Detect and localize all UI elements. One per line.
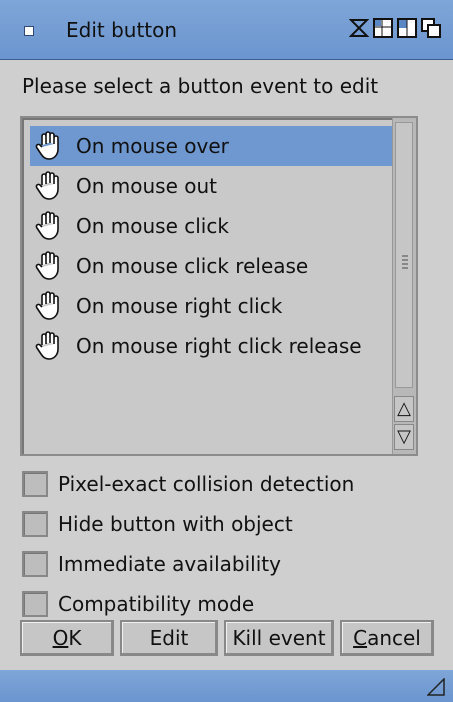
event-label: On mouse click xyxy=(76,214,229,238)
event-label: On mouse over xyxy=(76,134,229,158)
hand-pointer-icon xyxy=(34,211,68,241)
vertical-scrollbar[interactable]: △ ▽ xyxy=(392,118,416,454)
checkbox-label: Pixel-exact collision detection xyxy=(58,472,355,496)
event-list: On mouse over On mouse out On mouse click O… xyxy=(30,126,406,366)
option-checkbox-row[interactable]: Hide button with object xyxy=(22,504,354,544)
checkbox[interactable] xyxy=(22,511,48,537)
option-checkbox-row[interactable]: Pixel-exact collision detection xyxy=(22,464,354,504)
grip-icon xyxy=(402,255,408,269)
event-item[interactable]: On mouse click release xyxy=(30,246,406,286)
option-checkbox-row[interactable]: Compatibility mode xyxy=(22,584,354,624)
options-group: Pixel-exact collision detection Hide butt… xyxy=(22,464,354,624)
scrollbar-knob[interactable] xyxy=(395,122,413,388)
event-label: On mouse right click xyxy=(76,294,283,318)
hand-pointer-icon xyxy=(34,291,68,321)
checkbox-label: Immediate availability xyxy=(58,552,281,576)
zoom-gadget-icon[interactable] xyxy=(373,18,393,38)
event-item[interactable]: On mouse right click xyxy=(30,286,406,326)
iconify-gadget-icon[interactable] xyxy=(349,18,369,37)
checkbox-label: Hide button with object xyxy=(58,512,293,536)
edit-button[interactable]: Edit xyxy=(120,620,218,656)
window-title: Edit button xyxy=(66,18,178,42)
event-listbox[interactable]: On mouse over On mouse out On mouse click O… xyxy=(20,116,418,456)
cancel-label: ancel xyxy=(367,626,421,650)
depth-front-gadget-icon[interactable] xyxy=(421,18,441,38)
event-label: On mouse out xyxy=(76,174,218,198)
event-item[interactable]: On mouse out xyxy=(30,166,406,206)
ok-mnemonic: O xyxy=(52,626,69,650)
edit-label: Edit xyxy=(149,626,189,650)
cancel-mnemonic: C xyxy=(353,626,368,650)
scroll-down-icon[interactable]: ▽ xyxy=(394,424,414,450)
checkbox[interactable] xyxy=(22,471,48,497)
resize-handle-icon[interactable] xyxy=(426,677,445,696)
event-label: On mouse right click release xyxy=(76,334,362,358)
event-label: On mouse click release xyxy=(76,254,309,278)
statusbar xyxy=(0,670,453,702)
ok-button[interactable]: OK xyxy=(20,620,114,656)
option-checkbox-row[interactable]: Immediate availability xyxy=(22,544,354,584)
close-gadget-icon[interactable] xyxy=(24,26,34,36)
hand-pointer-icon xyxy=(34,131,68,161)
checkbox-label: Compatibility mode xyxy=(58,592,255,616)
edit-button-window: Edit button Please select a button event… xyxy=(0,0,453,702)
checkbox[interactable] xyxy=(22,591,48,617)
ok-label: K xyxy=(68,626,82,650)
depth-gadget-icon[interactable] xyxy=(397,18,417,38)
hand-pointer-icon xyxy=(34,171,68,201)
cancel-button[interactable]: Cancel xyxy=(340,620,434,656)
kill-event-label: Kill event xyxy=(232,626,326,650)
prompt-text: Please select a button event to edit xyxy=(22,74,379,98)
event-item[interactable]: On mouse over xyxy=(30,126,406,166)
titlebar-gadgets xyxy=(349,18,441,38)
kill-event-button[interactable]: Kill event xyxy=(224,620,334,656)
hand-pointer-icon xyxy=(34,331,68,361)
button-row: OK Edit Kill event Cancel xyxy=(20,620,434,656)
event-item[interactable]: On mouse click xyxy=(30,206,406,246)
scroll-up-icon[interactable]: △ xyxy=(394,396,414,422)
checkbox[interactable] xyxy=(22,551,48,577)
hand-pointer-icon xyxy=(34,251,68,281)
event-item[interactable]: On mouse right click release xyxy=(30,326,406,366)
titlebar[interactable]: Edit button xyxy=(0,0,453,60)
